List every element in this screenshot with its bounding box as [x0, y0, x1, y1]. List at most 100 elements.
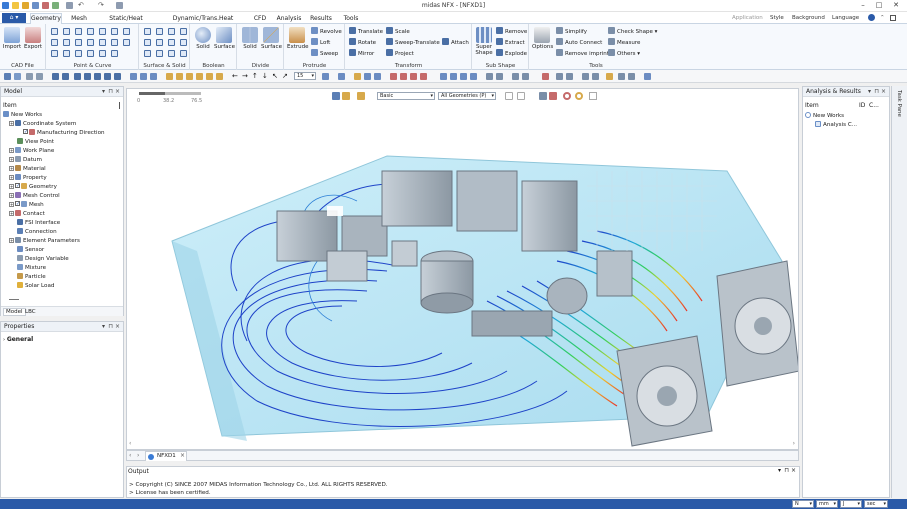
select-mode-icon[interactable] [332, 92, 340, 100]
wireframe-icon[interactable] [166, 73, 173, 80]
clip-plane-icon[interactable] [374, 73, 381, 80]
force-unit-select[interactable]: N [792, 500, 814, 508]
tree-item[interactable]: New Works [3, 111, 42, 120]
expand-icon[interactable]: + [9, 166, 14, 171]
color-mode-icon[interactable] [357, 92, 365, 100]
check-shape-button[interactable]: Check Shape ▾ [608, 27, 657, 36]
helix-icon[interactable] [111, 28, 118, 35]
expand-icon[interactable]: + [9, 238, 14, 243]
analysis-tree-item[interactable]: Analysis C... [815, 121, 857, 130]
minimize-button[interactable]: – [858, 1, 868, 10]
invert-visibility-icon[interactable] [420, 73, 427, 80]
divide-curve-icon[interactable] [75, 50, 82, 57]
shell-icon[interactable] [144, 50, 151, 57]
tree-item[interactable]: Solar Load [9, 282, 54, 291]
expand-icon[interactable]: + [9, 148, 14, 153]
visibility-checkbox[interactable]: ✓ [15, 183, 20, 189]
zoom-in-icon[interactable] [84, 73, 91, 80]
book-icon[interactable] [542, 73, 549, 80]
tree-item[interactable]: + Material [9, 165, 46, 174]
tab-scroll-right-icon[interactable]: › [137, 452, 139, 459]
measure-angle-icon[interactable] [566, 73, 573, 80]
ribbon-options-icon[interactable] [890, 15, 896, 21]
tree-item[interactable]: Particle [9, 273, 46, 282]
element-icon[interactable] [496, 73, 503, 80]
animation-icon[interactable] [618, 73, 625, 80]
super-shape-button[interactable]: Super Shape [474, 27, 494, 56]
length-unit-select[interactable]: mm [816, 500, 838, 508]
tree-item[interactable]: + Datum [9, 156, 42, 165]
undo-select-icon[interactable] [563, 92, 571, 100]
sweep-translate-button[interactable]: Sweep-Translate [386, 38, 440, 47]
time-unit-select[interactable]: sec [864, 500, 888, 508]
ruler-tool-icon[interactable] [644, 73, 651, 80]
graphics-viewport[interactable]: 0 38.2 76.5 Basic All Geometries (P) [126, 88, 799, 450]
project-curve-icon[interactable] [51, 50, 58, 57]
arc-icon[interactable] [51, 39, 58, 46]
tab-results[interactable]: Results [308, 14, 334, 24]
visibility-checkbox[interactable]: ✓ [15, 201, 20, 207]
measure-distance-icon[interactable] [556, 73, 563, 80]
node-icon[interactable] [486, 73, 493, 80]
show-icon[interactable] [400, 73, 407, 80]
tree-item[interactable]: FSI Interface [9, 219, 60, 228]
expand-icon[interactable]: + [9, 202, 14, 207]
energy-unit-select[interactable]: J [840, 500, 862, 508]
box-icon[interactable] [144, 28, 151, 35]
shrink-icon[interactable] [522, 73, 529, 80]
arrow-down-icon[interactable]: ↓ [262, 73, 269, 80]
select-all-icon[interactable] [539, 92, 547, 100]
measure-button[interactable]: Measure [608, 38, 640, 47]
point-icon[interactable] [51, 28, 58, 35]
tab-cfd[interactable]: CFD [250, 14, 270, 24]
tab-close-icon[interactable]: × [180, 452, 185, 459]
delete-curve-icon[interactable] [99, 50, 106, 57]
zoom-out-icon[interactable] [94, 73, 101, 80]
tab-lbc[interactable]: LBC [25, 309, 36, 315]
auto-connect-button[interactable]: Auto Connect [556, 38, 602, 47]
tree-item[interactable]: + Coordinate System [9, 120, 76, 129]
view-cube-icon[interactable] [322, 73, 329, 80]
spline-icon[interactable] [99, 28, 106, 35]
arrow-nw-icon[interactable]: ↖ [272, 73, 279, 80]
capture-icon[interactable] [606, 73, 613, 80]
remove-imprint-button[interactable]: Remove imprint [556, 49, 609, 58]
task-pane-tab[interactable]: Task Pane [891, 86, 907, 498]
chamfer-icon[interactable] [168, 50, 175, 57]
wedge-icon[interactable] [156, 39, 163, 46]
style-menu[interactable]: Style [770, 15, 784, 21]
grid-icon[interactable] [440, 73, 447, 80]
pick-point-icon[interactable] [505, 92, 513, 100]
language-menu[interactable]: Language [832, 15, 859, 21]
lock-icon[interactable] [26, 73, 33, 80]
arrow-left-icon[interactable]: ← [232, 73, 239, 80]
offset-curve-icon[interactable] [87, 39, 94, 46]
background-menu[interactable]: Background [792, 15, 825, 21]
translate-button[interactable]: Translate [349, 27, 383, 36]
boolean-solid-button[interactable]: Solid [193, 27, 213, 50]
display-mode-select[interactable]: Basic [377, 92, 435, 100]
show-all-icon[interactable] [410, 73, 417, 80]
view-step-select[interactable]: 15 [294, 72, 316, 80]
shaded-icon[interactable] [176, 73, 183, 80]
transparent-icon[interactable] [196, 73, 203, 80]
expand-icon[interactable]: + [9, 211, 14, 216]
sphere-icon[interactable] [180, 28, 187, 35]
feature-edge-icon[interactable] [216, 73, 223, 80]
extract-button[interactable]: Extract [496, 38, 525, 47]
merge-curve-icon[interactable] [87, 50, 94, 57]
panel-close-icon[interactable]: × [115, 322, 120, 332]
arrow-ne-icon[interactable]: ↗ [282, 73, 289, 80]
ellipse-icon[interactable] [75, 39, 82, 46]
pan-icon[interactable] [114, 73, 121, 80]
hide-icon[interactable] [390, 73, 397, 80]
arrow-right-icon[interactable]: → [242, 73, 249, 80]
scale-button[interactable]: Scale [386, 27, 410, 36]
explode-button[interactable]: Explode [496, 49, 527, 58]
remove-button[interactable]: Remove [496, 27, 527, 36]
pin-icon[interactable]: ⊓ [784, 467, 789, 474]
simplify-button[interactable]: Simplify [556, 27, 587, 36]
column-splitter[interactable] [119, 102, 120, 109]
mirror-button[interactable]: Mirror [349, 49, 374, 58]
rotate-view-icon[interactable] [104, 73, 111, 80]
